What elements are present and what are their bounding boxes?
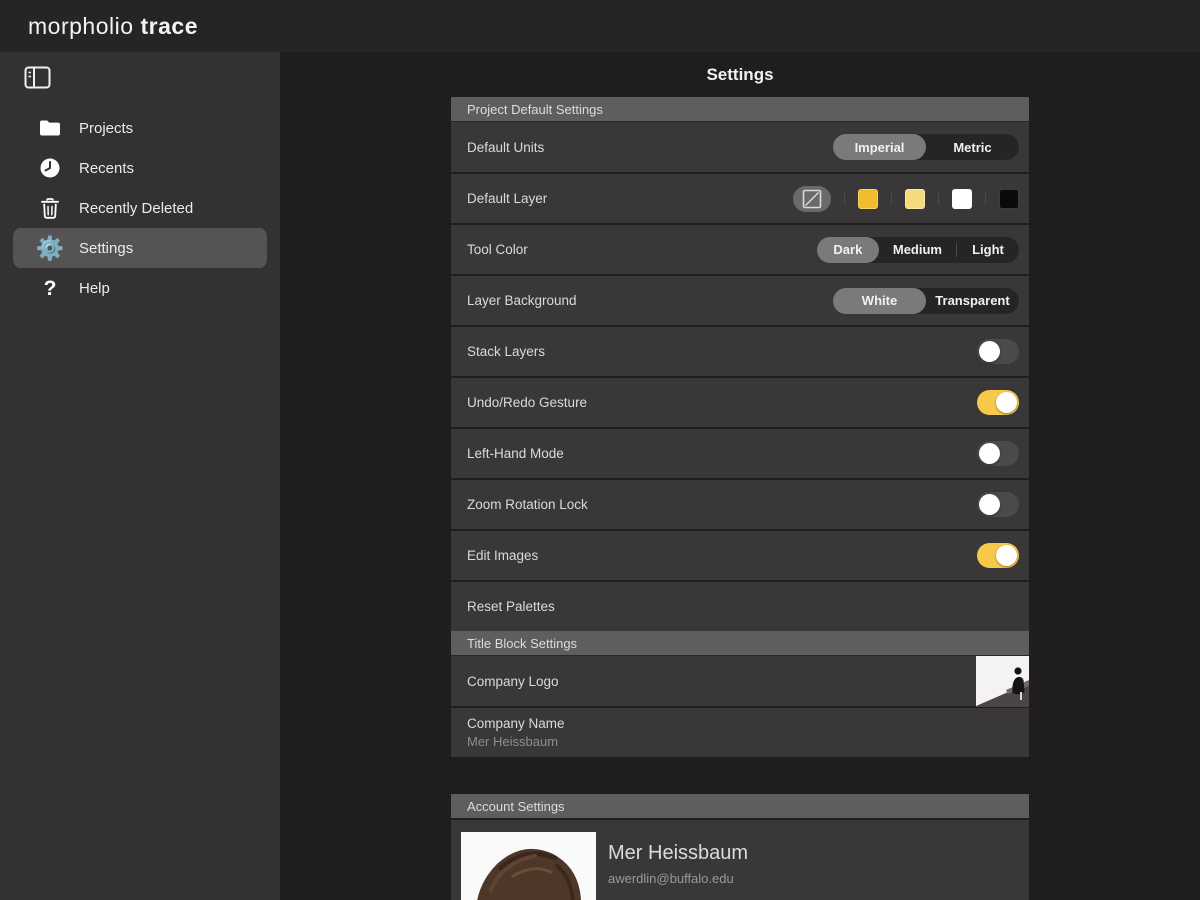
section-header-account: Account Settings bbox=[451, 794, 1029, 818]
edit-images-toggle[interactable] bbox=[977, 543, 1019, 568]
row-company-name[interactable]: Company Name Mer Heissbaum bbox=[451, 706, 1029, 757]
sidebar-item-settings[interactable]: ⚙️ Settings bbox=[13, 228, 267, 268]
row-layer-background: Layer Background White Transparent bbox=[451, 274, 1029, 325]
toggle-knob bbox=[996, 392, 1017, 413]
company-logo-thumbnail[interactable] bbox=[976, 656, 1029, 707]
segment-dark[interactable]: Dark bbox=[817, 237, 879, 263]
segment-white[interactable]: White bbox=[833, 288, 926, 314]
account-row: Mer Heissbaum awerdlin@buffalo.edu bbox=[451, 818, 1029, 900]
undo-redo-gesture-toggle[interactable] bbox=[977, 390, 1019, 415]
swatch-divider bbox=[985, 192, 986, 205]
row-default-units: Default Units Imperial Metric bbox=[451, 121, 1029, 172]
sidebar-nav: Projects Recents bbox=[0, 108, 280, 308]
row-default-layer: Default Layer bbox=[451, 172, 1029, 223]
project-default-settings-panel: Project Default Settings Default Units I… bbox=[451, 97, 1029, 757]
row-label: Undo/Redo Gesture bbox=[467, 395, 587, 410]
row-label: Reset Palettes bbox=[467, 599, 555, 614]
brand-morpholio: morpholio bbox=[28, 13, 134, 39]
account-info: Mer Heissbaum awerdlin@buffalo.edu bbox=[608, 832, 748, 886]
segment-metric[interactable]: Metric bbox=[926, 134, 1019, 160]
sidebar-item-label: Help bbox=[79, 280, 110, 297]
row-label: Default Layer bbox=[467, 191, 547, 206]
layer-background-segmented-control: White Transparent bbox=[833, 288, 1019, 314]
main-content: Settings Project Default Settings Defaul… bbox=[280, 52, 1200, 900]
row-label: Stack Layers bbox=[467, 344, 545, 359]
toggle-knob bbox=[979, 341, 1000, 362]
row-label: Company Logo bbox=[467, 674, 559, 689]
segment-medium[interactable]: Medium bbox=[879, 237, 956, 263]
stack-layers-toggle[interactable] bbox=[977, 339, 1019, 364]
gear-icon: ⚙️ bbox=[37, 235, 63, 261]
account-settings-panel: Account Settings Mer Heissbaum awerdlin@… bbox=[451, 794, 1029, 900]
trash-icon bbox=[37, 195, 63, 221]
segment-light[interactable]: Light bbox=[957, 237, 1019, 263]
tool-color-segmented-control: Dark Medium Light bbox=[817, 237, 1019, 263]
row-left-hand-mode: Left-Hand Mode bbox=[451, 427, 1029, 478]
row-label: Left-Hand Mode bbox=[467, 446, 564, 461]
segment-imperial[interactable]: Imperial bbox=[833, 134, 926, 160]
zoom-rotation-lock-toggle[interactable] bbox=[977, 492, 1019, 517]
swatch-white[interactable] bbox=[952, 189, 972, 209]
default-units-segmented-control: Imperial Metric bbox=[833, 134, 1019, 160]
page-title: Settings bbox=[280, 65, 1200, 85]
sidebar-item-label: Settings bbox=[79, 240, 133, 257]
swatch-divider bbox=[844, 192, 845, 205]
question-icon: ? bbox=[37, 275, 63, 301]
app-header: morpholio trace bbox=[0, 0, 1200, 52]
row-edit-images: Edit Images bbox=[451, 529, 1029, 580]
row-label: Company Name bbox=[467, 716, 565, 731]
row-company-logo: Company Logo bbox=[451, 655, 1029, 706]
sidebar: Projects Recents bbox=[0, 52, 280, 900]
account-email: awerdlin@buffalo.edu bbox=[608, 871, 748, 886]
section-header-project-defaults: Project Default Settings bbox=[451, 97, 1029, 121]
toggle-knob bbox=[996, 545, 1017, 566]
swatch-black[interactable] bbox=[999, 189, 1019, 209]
sidebar-item-label: Recently Deleted bbox=[79, 200, 193, 217]
swatch-light-yellow[interactable] bbox=[905, 189, 925, 209]
brand-logo: morpholio trace bbox=[28, 13, 198, 40]
swatch-divider bbox=[938, 192, 939, 205]
company-name-value: Mer Heissbaum bbox=[467, 734, 558, 749]
toggle-knob bbox=[979, 443, 1000, 464]
clock-icon bbox=[37, 155, 63, 181]
swatch-divider bbox=[891, 192, 892, 205]
sidebar-item-recently-deleted[interactable]: Recently Deleted bbox=[13, 188, 267, 228]
account-name: Mer Heissbaum bbox=[608, 842, 748, 865]
brand-trace: trace bbox=[141, 13, 198, 39]
row-zoom-rotation-lock: Zoom Rotation Lock bbox=[451, 478, 1029, 529]
swatch-none-selected[interactable] bbox=[793, 186, 831, 212]
left-hand-mode-toggle[interactable] bbox=[977, 441, 1019, 466]
sidebar-item-projects[interactable]: Projects bbox=[13, 108, 267, 148]
folder-icon bbox=[37, 115, 63, 141]
row-label: Edit Images bbox=[467, 548, 538, 563]
row-label: Zoom Rotation Lock bbox=[467, 497, 588, 512]
default-layer-swatch-picker bbox=[793, 186, 1019, 212]
swatch-gold[interactable] bbox=[858, 189, 878, 209]
none-swatch-icon bbox=[802, 189, 822, 209]
row-tool-color: Tool Color Dark Medium Light bbox=[451, 223, 1029, 274]
account-avatar[interactable] bbox=[461, 832, 596, 900]
segment-transparent[interactable]: Transparent bbox=[926, 288, 1019, 314]
sidebar-toggle-button[interactable] bbox=[22, 64, 52, 90]
sidebar-item-label: Projects bbox=[79, 120, 133, 137]
row-undo-redo-gesture: Undo/Redo Gesture bbox=[451, 376, 1029, 427]
row-label: Layer Background bbox=[467, 293, 577, 308]
row-reset-palettes[interactable]: Reset Palettes bbox=[451, 580, 1029, 631]
row-label: Default Units bbox=[467, 140, 544, 155]
row-stack-layers: Stack Layers bbox=[451, 325, 1029, 376]
section-header-title-block: Title Block Settings bbox=[451, 631, 1029, 655]
sidebar-toggle-icon bbox=[24, 66, 51, 89]
sidebar-item-recents[interactable]: Recents bbox=[13, 148, 267, 188]
row-label: Tool Color bbox=[467, 242, 528, 257]
sidebar-item-help[interactable]: ? Help bbox=[13, 268, 267, 308]
sidebar-item-label: Recents bbox=[79, 160, 134, 177]
toggle-knob bbox=[979, 494, 1000, 515]
